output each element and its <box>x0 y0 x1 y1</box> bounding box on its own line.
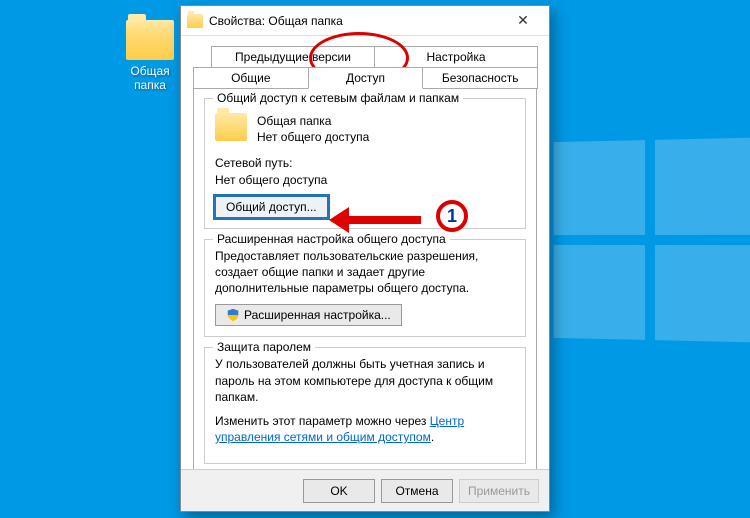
password-change-text: Изменить этот параметр можно через Центр… <box>215 413 515 445</box>
advanced-settings-button[interactable]: Расширенная настройка... <box>215 304 402 326</box>
titlebar[interactable]: Свойства: Общая папка ✕ <box>181 6 549 36</box>
tab-settings[interactable]: Настройка <box>374 46 538 68</box>
tab-previous-versions[interactable]: Предыдущие версии <box>211 46 375 68</box>
group-legend: Защита паролем <box>213 340 315 354</box>
folder-icon <box>187 14 203 28</box>
apply-button[interactable]: Применить <box>459 479 539 503</box>
dialog-footer: OK Отмена Применить <box>181 469 549 511</box>
tab-general[interactable]: Общие <box>193 67 309 89</box>
folder-name: Общая папка <box>257 113 369 129</box>
group-network-sharing: Общий доступ к сетевым файлам и папкам О… <box>204 98 526 229</box>
dialog-title: Свойства: Общая папка <box>209 14 503 28</box>
group-legend: Расширенная настройка общего доступа <box>213 232 450 246</box>
ok-button[interactable]: OK <box>303 479 375 503</box>
folder-icon <box>126 20 174 60</box>
desktop-folder-icon[interactable]: Общая папка <box>120 20 180 92</box>
desktop-folder-label: Общая папка <box>120 64 180 92</box>
group-legend: Общий доступ к сетевым файлам и папкам <box>213 91 463 105</box>
group-advanced-sharing: Расширенная настройка общего доступа Пре… <box>204 239 526 338</box>
share-status: Нет общего доступа <box>257 129 369 145</box>
tab-access[interactable]: Доступ <box>308 67 424 89</box>
properties-dialog: Свойства: Общая папка ✕ Предыдущие верси… <box>180 5 550 512</box>
share-button[interactable]: Общий доступ... <box>215 196 328 218</box>
network-path-value: Нет общего доступа <box>215 172 515 188</box>
windows-logo <box>554 138 750 342</box>
advanced-button-label: Расширенная настройка... <box>244 308 391 322</box>
password-desc: У пользователей должны быть учетная запи… <box>215 356 515 405</box>
tab-content-access: Общий доступ к сетевым файлам и папкам О… <box>193 88 537 480</box>
folder-icon <box>215 113 247 141</box>
close-button[interactable]: ✕ <box>503 12 543 29</box>
advanced-desc: Предоставляет пользовательские разрешени… <box>215 248 515 297</box>
cancel-button[interactable]: Отмена <box>381 479 453 503</box>
uac-shield-icon <box>226 308 240 322</box>
group-password-protection: Защита паролем У пользователей должны бы… <box>204 347 526 464</box>
tab-security[interactable]: Безопасность <box>422 67 538 89</box>
tab-strip: Предыдущие версии Настройка Общие Доступ… <box>193 46 537 480</box>
network-path-label: Сетевой путь: <box>215 155 515 171</box>
